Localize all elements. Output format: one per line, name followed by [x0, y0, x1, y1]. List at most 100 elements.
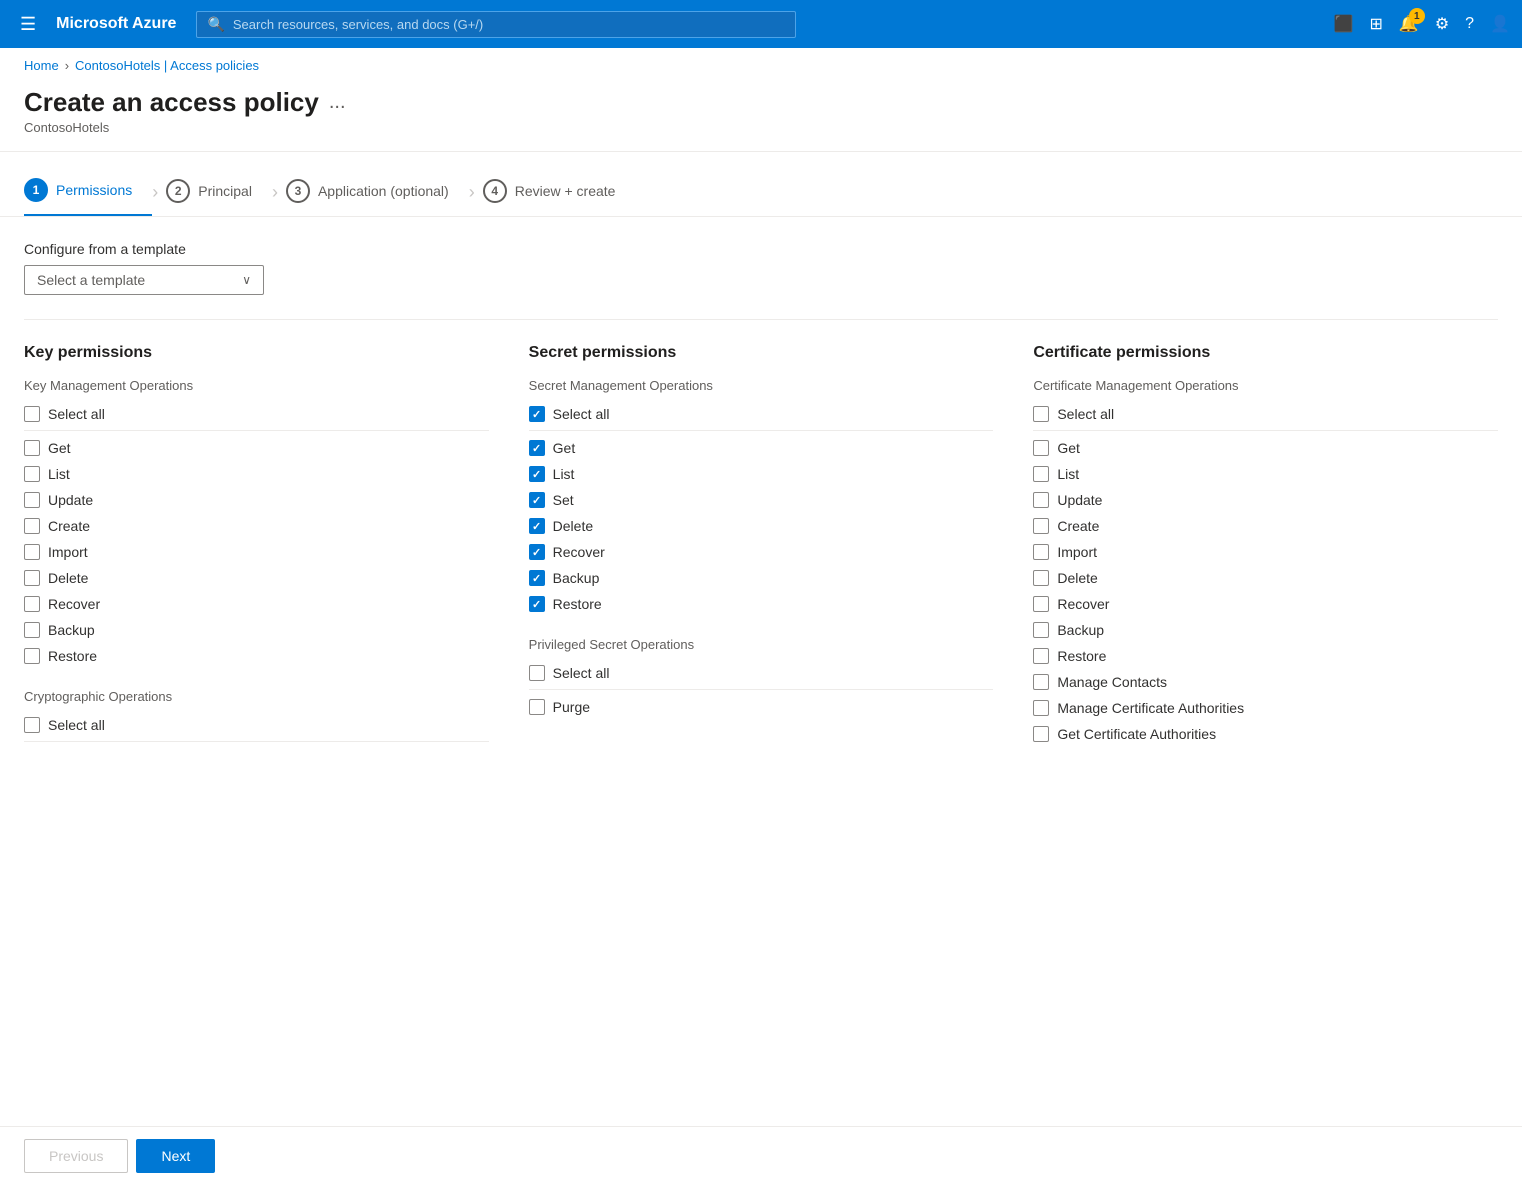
cert-recover-checkbox[interactable] [1033, 596, 1049, 612]
secret-priv-select-all-label: Select all [553, 665, 610, 681]
cert-manage-contacts-checkbox[interactable] [1033, 674, 1049, 690]
list-item: Select all [24, 712, 489, 742]
template-select-text: Select a template [37, 272, 145, 288]
secret-priv-select-all-checkbox[interactable] [529, 665, 545, 681]
template-dropdown[interactable]: Select a template ∨ [24, 265, 264, 295]
breadcrumb-access-policies[interactable]: ContosoHotels | Access policies [75, 58, 259, 73]
key-create-label: Create [48, 518, 90, 534]
list-item: Update [1033, 487, 1498, 513]
search-input[interactable] [233, 17, 786, 32]
previous-button[interactable]: Previous [24, 1139, 128, 1173]
key-import-label: Import [48, 544, 88, 560]
list-item: Restore [529, 591, 994, 617]
secret-select-all-checkbox[interactable] [529, 406, 545, 422]
list-item: Get [1033, 435, 1498, 461]
cert-manage-ca-checkbox[interactable] [1033, 700, 1049, 716]
secret-recover-checkbox[interactable] [529, 544, 545, 560]
key-backup-checkbox[interactable] [24, 622, 40, 638]
help-icon[interactable]: ? [1465, 15, 1474, 33]
list-item: List [24, 461, 489, 487]
cert-get-ca-checkbox[interactable] [1033, 726, 1049, 742]
key-delete-label: Delete [48, 570, 88, 586]
key-management-list: Select all Get List Update Create [24, 401, 489, 669]
key-get-label: Get [48, 440, 71, 456]
step-4-circle: 4 [483, 179, 507, 203]
cert-update-label: Update [1057, 492, 1102, 508]
step-application[interactable]: 3 Application (optional) [286, 169, 469, 215]
step-sep-1: › [152, 182, 158, 203]
list-item: Backup [24, 617, 489, 643]
secret-delete-checkbox[interactable] [529, 518, 545, 534]
key-import-checkbox[interactable] [24, 544, 40, 560]
certificate-permissions-section: Certificate permissions Certificate Mana… [1033, 344, 1498, 747]
step-review[interactable]: 4 Review + create [483, 169, 636, 215]
cert-get-label: Get [1057, 440, 1080, 456]
cert-import-checkbox[interactable] [1033, 544, 1049, 560]
user-icon[interactable]: 👤 [1490, 14, 1510, 34]
list-item: List [529, 461, 994, 487]
key-permissions-section: Key permissions Key Management Operation… [24, 344, 489, 747]
permissions-grid: Key permissions Key Management Operation… [24, 344, 1498, 747]
key-list-checkbox[interactable] [24, 466, 40, 482]
step-principal[interactable]: 2 Principal [166, 169, 272, 215]
notification-icon[interactable]: 🔔 1 [1399, 14, 1419, 34]
secret-management-label: Secret Management Operations [529, 378, 994, 393]
key-update-checkbox[interactable] [24, 492, 40, 508]
key-backup-label: Backup [48, 622, 95, 638]
secret-list-label: List [553, 466, 575, 482]
list-item: Set [529, 487, 994, 513]
key-select-all-checkbox[interactable] [24, 406, 40, 422]
cert-create-checkbox[interactable] [1033, 518, 1049, 534]
app-logo: Microsoft Azure [56, 15, 176, 33]
settings-icon[interactable]: ⚙ [1435, 14, 1449, 34]
page-options-icon[interactable]: ... [329, 91, 346, 114]
key-restore-checkbox[interactable] [24, 648, 40, 664]
secret-select-all-label: Select all [553, 406, 610, 422]
secret-get-checkbox[interactable] [529, 440, 545, 456]
cert-restore-checkbox[interactable] [1033, 648, 1049, 664]
list-item: Select all [529, 660, 994, 690]
cert-delete-checkbox[interactable] [1033, 570, 1049, 586]
step-3-circle: 3 [286, 179, 310, 203]
cert-select-all-checkbox[interactable] [1033, 406, 1049, 422]
key-crypto-select-all-checkbox[interactable] [24, 717, 40, 733]
page-header: Create an access policy ... ContosoHotel… [0, 83, 1522, 152]
step-permissions[interactable]: 1 Permissions [24, 168, 152, 216]
step-2-label: Principal [198, 183, 252, 199]
cert-restore-label: Restore [1057, 648, 1106, 664]
secret-set-label: Set [553, 492, 574, 508]
cert-delete-label: Delete [1057, 570, 1097, 586]
cert-get-checkbox[interactable] [1033, 440, 1049, 456]
secret-restore-checkbox[interactable] [529, 596, 545, 612]
step-3-label: Application (optional) [318, 183, 449, 199]
secret-set-checkbox[interactable] [529, 492, 545, 508]
key-get-checkbox[interactable] [24, 440, 40, 456]
key-crypto-label: Cryptographic Operations [24, 689, 489, 704]
key-delete-checkbox[interactable] [24, 570, 40, 586]
key-create-checkbox[interactable] [24, 518, 40, 534]
cloud-shell-icon[interactable]: ⬛ [1334, 14, 1354, 34]
cert-create-label: Create [1057, 518, 1099, 534]
cert-list-checkbox[interactable] [1033, 466, 1049, 482]
cert-update-checkbox[interactable] [1033, 492, 1049, 508]
hamburger-icon[interactable]: ☰ [12, 10, 44, 39]
key-update-label: Update [48, 492, 93, 508]
search-bar[interactable]: 🔍 [196, 11, 796, 38]
list-item: Restore [1033, 643, 1498, 669]
secret-purge-checkbox[interactable] [529, 699, 545, 715]
certificate-management-list: Select all Get List Update Create [1033, 401, 1498, 747]
key-management-label: Key Management Operations [24, 378, 489, 393]
cert-backup-checkbox[interactable] [1033, 622, 1049, 638]
breadcrumb-home[interactable]: Home [24, 58, 59, 73]
step-sep-3: › [469, 182, 475, 203]
next-button[interactable]: Next [136, 1139, 215, 1173]
secret-list-checkbox[interactable] [529, 466, 545, 482]
list-item: Create [24, 513, 489, 539]
key-recover-checkbox[interactable] [24, 596, 40, 612]
list-item: Select all [529, 401, 994, 431]
notification-badge: 1 [1409, 8, 1425, 24]
cert-backup-label: Backup [1057, 622, 1104, 638]
secret-backup-checkbox[interactable] [529, 570, 545, 586]
certificate-management-label: Certificate Management Operations [1033, 378, 1498, 393]
directory-icon[interactable]: ⊞ [1370, 14, 1383, 34]
